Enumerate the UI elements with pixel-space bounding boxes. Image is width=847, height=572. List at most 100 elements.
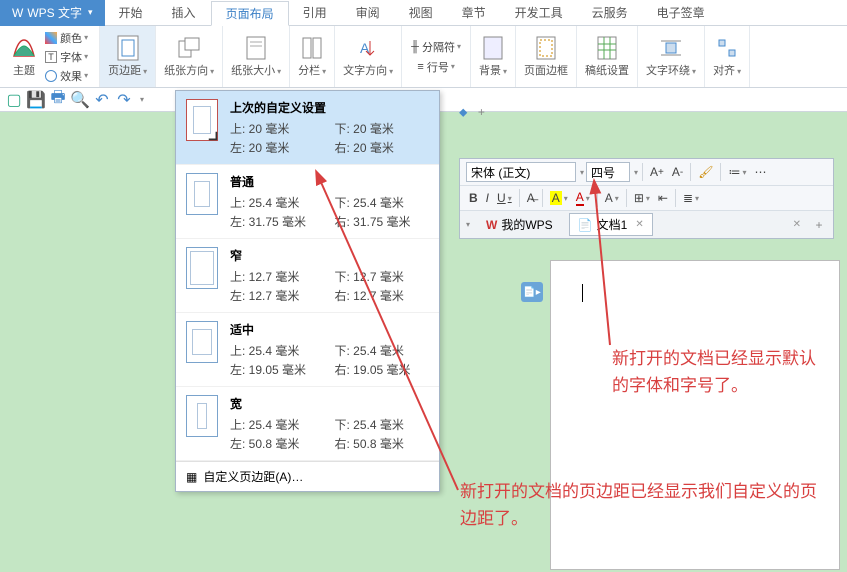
new-tab-button[interactable]: +: [471, 105, 491, 119]
doc-tab-strip-top: ⬥ +: [459, 100, 491, 124]
align-button[interactable]: 对齐▾: [705, 26, 750, 87]
save-button[interactable]: 💾: [28, 92, 44, 108]
wrap-icon: [659, 36, 683, 60]
size-icon: [244, 36, 268, 60]
size-button[interactable]: 纸张大小▾: [223, 26, 290, 87]
ribbon-theme-group: 主题 颜色▾ T 字体▾ 效果▾: [0, 26, 100, 87]
undo-button[interactable]: ↶: [94, 92, 110, 108]
textdir-button[interactable]: A 文字方向▾: [335, 26, 402, 87]
app-menu[interactable]: W WPS 文字 ▾: [0, 0, 105, 26]
tab-page-layout[interactable]: 页面布局: [211, 1, 289, 26]
grow-font-button[interactable]: A+: [647, 164, 667, 180]
tab-signature[interactable]: 电子签章: [643, 0, 720, 26]
title-bar: W WPS 文字 ▾ 开始 插入 页面布局 引用 审阅 视图 章节 开发工具 云…: [0, 0, 847, 26]
manuscript-button[interactable]: 稿纸设置: [577, 26, 638, 87]
theme-color-button[interactable]: 颜色▾: [42, 29, 91, 47]
indent-button[interactable]: ⇤: [655, 190, 671, 206]
font-size-input[interactable]: [586, 162, 630, 182]
breaks-button[interactable]: ╫ 分隔符▾: [408, 38, 464, 56]
font-name-dropdown[interactable]: ▾: [580, 168, 584, 177]
menu-tabs: 开始 插入 页面布局 引用 审阅 视图 章节 开发工具 云服务 电子签章: [105, 0, 720, 26]
tab-start[interactable]: 开始: [105, 0, 158, 26]
margin-button[interactable]: 页边距▾: [100, 26, 156, 87]
linenum-button[interactable]: ≡ 行号▾: [414, 58, 458, 76]
text-cursor: [582, 284, 583, 302]
custom-margin-button[interactable]: ▦ 自定义页边距(A)…: [176, 461, 439, 491]
underline-button[interactable]: U▾: [494, 190, 515, 206]
ribbon: 主题 颜色▾ T 字体▾ 效果▾ 页边距▾ 纸张方向▾ 纸张大小▾ 分栏▾ A …: [0, 26, 847, 88]
chevron-down-icon: ▾: [88, 7, 93, 18]
page-border-icon: [534, 36, 558, 60]
shrink-font-button[interactable]: A-: [669, 164, 686, 180]
background-icon: [481, 36, 505, 60]
theme-icon: [12, 36, 36, 60]
wps-logo-icon: W: [486, 218, 497, 232]
close-tab-button[interactable]: ✕: [635, 219, 643, 230]
format-painter-button[interactable]: 🖌: [695, 164, 716, 180]
doc-icon: 📄: [578, 218, 593, 232]
margin-preset-normal[interactable]: 普通 上: 25.4 毫米下: 25.4 毫米 左: 31.75 毫米右: 31…: [176, 165, 439, 239]
app-name: WPS 文字: [27, 4, 82, 21]
new-doc-tab-button[interactable]: +: [809, 218, 829, 232]
redo-button[interactable]: ↷: [116, 92, 132, 108]
app-logo-icon: W: [12, 6, 23, 20]
columns-button[interactable]: 分栏▾: [290, 26, 335, 87]
wrap-button[interactable]: 文字环绕▾: [638, 26, 705, 87]
tab-view[interactable]: 视图: [395, 0, 448, 26]
annotation-font: 新打开的文档已经显示默认的字体和字号了。: [612, 345, 832, 399]
italic-button[interactable]: I: [483, 190, 492, 206]
highlight-button[interactable]: A▾: [547, 190, 571, 206]
tab-reference[interactable]: 引用: [289, 0, 342, 26]
print-button[interactable]: 🖶: [50, 92, 66, 108]
doc-tab-mywps[interactable]: W 我的WPS: [478, 214, 561, 235]
preset-icon: [186, 99, 218, 141]
margin-preset-last[interactable]: 上次的自定义设置 上: 20 毫米 下: 20 毫米 左: 20 毫米 右: 2…: [176, 91, 439, 165]
border-button[interactable]: ⊞▾: [631, 190, 653, 206]
columns-icon: [300, 36, 324, 60]
custom-margin-icon: ▦: [186, 470, 197, 484]
font-name-input[interactable]: [466, 162, 576, 182]
textdir-icon: A: [356, 36, 380, 60]
doc-tab-bar: ▾ W 我的WPS 📄 文档1 ✕ ✕ +: [460, 211, 833, 238]
page-border-button[interactable]: 页面边框: [516, 26, 577, 87]
qat-more[interactable]: ▾: [140, 95, 144, 104]
theme-button[interactable]: 主题: [8, 34, 40, 80]
more-button[interactable]: ⋯: [752, 164, 770, 180]
tab-review[interactable]: 审阅: [342, 0, 395, 26]
tab-insert[interactable]: 插入: [158, 0, 211, 26]
new-button[interactable]: ▢: [6, 92, 22, 108]
theme-font-button[interactable]: T 字体▾: [42, 48, 91, 66]
background-button[interactable]: 背景▾: [471, 26, 516, 87]
numbering-button[interactable]: ≣▾: [680, 190, 702, 206]
preset-icon: [186, 247, 218, 289]
tab-dev[interactable]: 开发工具: [501, 0, 578, 26]
tab-close-all[interactable]: ✕: [793, 219, 801, 230]
linenum-icon: ≡: [417, 61, 423, 73]
tab-section[interactable]: 章节: [448, 0, 501, 26]
orientation-button[interactable]: 纸张方向▾: [156, 26, 223, 87]
bullets-button[interactable]: ≔▾: [725, 164, 749, 180]
annotation-margin: 新打开的文档的页边距已经显示我们自定义的页边距了。: [460, 478, 830, 532]
align-icon: [715, 36, 739, 60]
tab-indicator: ⬥: [459, 105, 467, 120]
preview-button[interactable]: 🔍: [72, 92, 88, 108]
preset-title: 上次的自定义设置: [230, 99, 429, 116]
preset-icon: [186, 173, 218, 215]
manuscript-icon: [595, 36, 619, 60]
font-size-dropdown[interactable]: ▾: [634, 168, 638, 177]
breaks-group: ╫ 分隔符▾ ≡ 行号▾: [402, 26, 471, 87]
side-panel-handle[interactable]: 📄▸: [521, 282, 543, 302]
theme-effect-button[interactable]: 效果▾: [42, 67, 91, 85]
preset-icon: [186, 395, 218, 437]
tab-cloud[interactable]: 云服务: [578, 0, 643, 26]
font-color-button[interactable]: A▾: [573, 189, 593, 207]
margin-preset-narrow[interactable]: 窄 上: 12.7 毫米下: 12.7 毫米 左: 12.7 毫米右: 12.7…: [176, 239, 439, 313]
margin-preset-wide[interactable]: 宽 上: 25.4 毫米下: 25.4 毫米 左: 50.8 毫米右: 50.8…: [176, 387, 439, 461]
char-shading-button[interactable]: A▾: [602, 190, 622, 206]
margin-preset-moderate[interactable]: 适中 上: 25.4 毫米下: 25.4 毫米 左: 19.05 毫米右: 19…: [176, 313, 439, 387]
doc-tab-doc1[interactable]: 📄 文档1 ✕: [569, 213, 653, 236]
bold-button[interactable]: B: [466, 190, 481, 206]
strike-button[interactable]: A̶: [524, 190, 538, 206]
breaks-icon: ╫: [411, 41, 419, 53]
tab-scroll-left[interactable]: ▾: [466, 220, 470, 229]
